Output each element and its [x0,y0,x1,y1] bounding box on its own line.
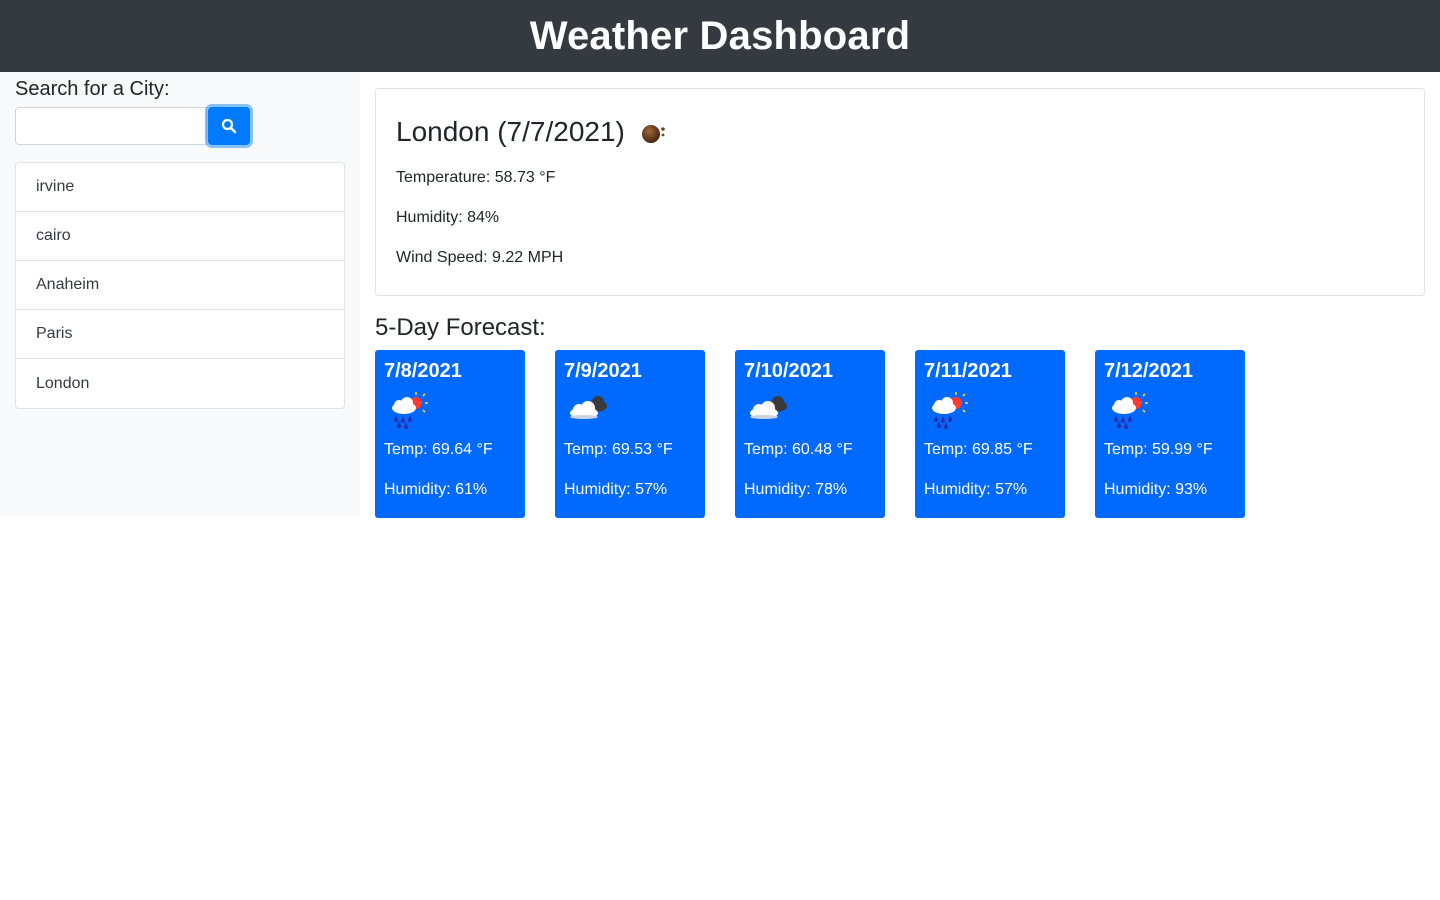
forecast-row: 7/8/2021 Temp: 69.64 °F Humidity: 61% 7/… [375,350,1425,518]
app-header: Weather Dashboard [0,0,1440,72]
dark-cloud-icon [641,125,665,143]
current-humidity: Humidity: 84% [396,209,500,226]
forecast-temp: Temp: 60.48 °F [744,441,853,458]
current-weather-card: London (7/7/2021) Temperature: 58.73 °F … [375,88,1425,296]
search-label: Search for a City: [15,78,170,100]
rain-sun-icon [1112,392,1148,429]
forecast-date: 7/12/2021 [1104,360,1193,382]
forecast-temp: Temp: 69.85 °F [924,441,1033,458]
current-temperature: Temperature: 58.73 °F [396,169,556,186]
rain-sun-icon [932,392,968,429]
search-icon [221,118,237,134]
forecast-temp: Temp: 69.64 °F [384,441,493,458]
forecast-date: 7/8/2021 [384,360,462,382]
history-item[interactable]: cairo [16,212,344,261]
main-content: London (7/7/2021) Temperature: 58.73 °F … [360,72,1440,518]
forecast-card: 7/10/2021 Temp: 60.48 °F Humidity: 78% [735,350,885,518]
history-item[interactable]: irvine [16,163,344,212]
forecast-humidity: Humidity: 93% [1104,481,1208,498]
forecast-card: 7/9/2021 Temp: 69.53 °F Humidity: 57% [555,350,705,518]
current-city-title: London (7/7/2021) [396,116,625,147]
forecast-temp: Temp: 59.99 °F [1104,441,1213,458]
layout: Search for a City: irvine cairo Anaheim … [0,72,1440,518]
history-item[interactable]: London [16,359,344,408]
history-item[interactable]: Paris [16,310,344,359]
search-button[interactable] [208,107,250,145]
search-row [15,107,345,145]
page-title: Weather Dashboard [529,13,911,58]
broken-clouds-icon [750,396,787,419]
city-search-input[interactable] [15,107,207,145]
current-title-row: London (7/7/2021) [396,115,1404,149]
rain-sun-icon [392,392,428,429]
forecast-humidity: Humidity: 57% [924,481,1028,498]
forecast-date: 7/10/2021 [744,360,833,382]
forecast-date: 7/11/2021 [924,360,1012,382]
forecast-card: 7/8/2021 Temp: 69.64 °F Humidity: 61% [375,350,525,518]
sidebar: Search for a City: irvine cairo Anaheim … [0,72,360,516]
search-history-list: irvine cairo Anaheim Paris London [15,162,345,409]
forecast-humidity: Humidity: 61% [384,481,488,498]
forecast-heading: 5-Day Forecast: [375,314,546,341]
history-item[interactable]: Anaheim [16,261,344,310]
forecast-humidity: Humidity: 78% [744,481,848,498]
forecast-date: 7/9/2021 [564,360,642,382]
forecast-humidity: Humidity: 57% [564,481,668,498]
broken-clouds-icon [570,396,607,419]
current-wind-speed: Wind Speed: 9.22 MPH [396,249,564,266]
forecast-card: 7/12/2021 Temp: 59.99 °F Humidity: 93% [1095,350,1245,518]
forecast-temp: Temp: 69.53 °F [564,441,673,458]
forecast-card: 7/11/2021 Temp: 69.85 °F Humidity: 57% [915,350,1065,518]
